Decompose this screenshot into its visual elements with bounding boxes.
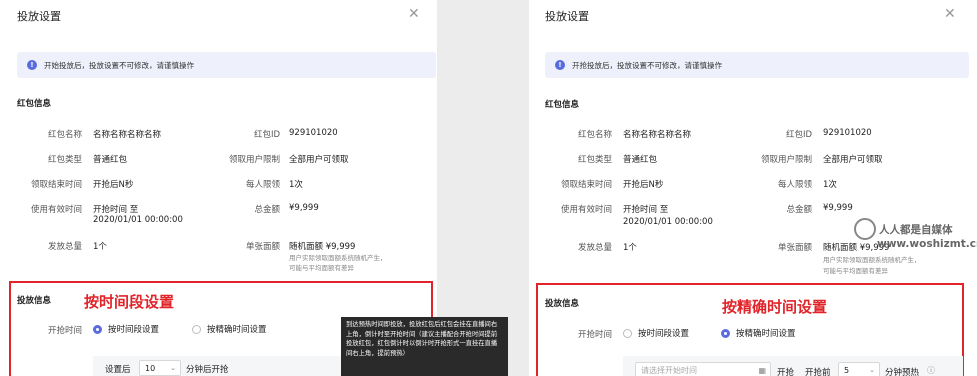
radio-by-exact-time-label: 按精确时间设置 [736, 329, 796, 339]
radio-by-exact-time-label: 按精确时间设置 [207, 325, 267, 335]
label-per-user: 每人限领 [245, 180, 280, 190]
annotation-label: 按时间段设置 [84, 293, 175, 311]
value-valid-time-1: 开抢时间 至 [93, 205, 139, 215]
section-delivery-info: 投放信息 [545, 299, 580, 309]
close-icon[interactable]: ✕ [944, 6, 956, 22]
value-valid-time-2: 2020/01/01 00:00:00 [93, 215, 183, 225]
section-redpacket-info: 红包信息 [545, 100, 580, 110]
label-type: 红包类型 [577, 155, 612, 165]
watermark-logo [854, 218, 876, 240]
value-valid-time-2: 2020/01/01 00:00:00 [623, 217, 713, 227]
calendar-icon: ▦ [758, 365, 766, 375]
preheat-minutes-value: 5 [844, 365, 850, 375]
value-id: 929101020 [823, 128, 872, 138]
value-limit: 全部用户可领取 [823, 155, 883, 165]
label-limit: 领取用户限制 [760, 155, 812, 165]
watermark-line-2: www.woshizmt.cn [877, 238, 977, 250]
annotation-label: 按精确时间设置 [722, 298, 828, 316]
label-count: 发放总量 [577, 243, 612, 253]
label-per-user: 每人限领 [777, 180, 812, 190]
value-type: 普通红包 [93, 155, 128, 165]
label-name: 红包名称 [47, 130, 82, 140]
close-icon[interactable]: ✕ [408, 6, 420, 22]
label-id: 红包ID [785, 130, 812, 140]
note-single-2: 可能与平均面额有差异 [289, 264, 354, 272]
radio-by-exact-time[interactable]: 按精确时间设置 [192, 323, 267, 335]
after-label: 设置后 [105, 365, 131, 375]
chevron-down-icon: ⌄ [170, 364, 176, 372]
value-count: 1个 [93, 242, 107, 252]
radio-by-period-label: 按时间段设置 [638, 329, 690, 339]
label-start-time: 开抢时间 [47, 326, 82, 336]
value-per-user: 1次 [289, 180, 303, 190]
radio-unchecked-icon [623, 328, 632, 338]
screenshot-stage: 投放设置 ✕ ! 开始投放后，投放设置不可修改，请谨慎操作 红包信息 红包名称 … [0, 0, 977, 376]
label-id: 红包ID [253, 130, 280, 140]
panel-title: 投放设置 [545, 10, 589, 23]
chevron-down-icon: ⌄ [869, 366, 875, 374]
value-name: 名称名称名称名称 [623, 130, 692, 140]
start-time-placeholder: 请选择开始时间 [641, 365, 697, 375]
after-suffix: 分钟后开抢 [186, 365, 229, 375]
label-total: 总金额 [786, 205, 812, 215]
label-count: 发放总量 [47, 242, 82, 252]
open-label: 开抢 [777, 368, 795, 376]
value-name: 名称名称名称名称 [93, 130, 162, 140]
minutes-select[interactable]: 10 ⌄ [139, 360, 181, 376]
value-valid-time-1: 开抢时间 至 [623, 205, 669, 215]
preheat-label: 分钟预热 [885, 368, 920, 376]
note-single-1: 用户实际领取面额系统随机产生， [289, 254, 387, 262]
section-redpacket-info: 红包信息 [17, 99, 52, 109]
value-type: 普通红包 [623, 155, 658, 165]
preheat-tooltip: 到达预热时间即投放，投放红包后红包会挂在直播间右上角，倒计时至开抢时间（建议主播… [341, 317, 508, 376]
notice-banner: ! 开抢投放后，投放设置不可修改，请谨慎操作 [545, 52, 969, 78]
panel-title: 投放设置 [17, 10, 61, 23]
label-valid-time: 使用有效时间 [30, 205, 82, 215]
section-delivery-info: 投放信息 [17, 296, 52, 306]
label-name: 红包名称 [577, 130, 612, 140]
label-total: 总金额 [254, 205, 280, 215]
label-end-time: 领取结束时间 [560, 180, 612, 190]
value-limit: 全部用户可领取 [289, 155, 349, 165]
preheat-minutes-select[interactable]: 5 ⌄ [838, 362, 880, 376]
radio-checked-icon [721, 328, 730, 338]
radio-checked-icon [93, 324, 102, 334]
value-end-time: 开抢后N秒 [93, 180, 134, 190]
radio-by-period[interactable]: 按时间段设置 [93, 323, 159, 335]
notice-text: 开始投放后，投放设置不可修改，请谨慎操作 [44, 60, 194, 70]
info-icon: ! [555, 60, 565, 70]
value-id: 929101020 [289, 128, 338, 138]
label-end-time: 领取结束时间 [30, 180, 82, 190]
help-icon[interactable]: ⓘ [927, 365, 935, 376]
value-single: 随机面额 ¥9,999 [289, 242, 356, 252]
radio-unchecked-icon [192, 324, 201, 334]
value-total: ¥9,999 [823, 203, 853, 213]
note-single-2: 可能与平均面额有差异 [823, 267, 888, 275]
radio-by-exact-time[interactable]: 按精确时间设置 [721, 327, 796, 339]
label-single: 单张面额 [777, 243, 812, 253]
minutes-value: 10 [145, 363, 156, 373]
label-limit: 领取用户限制 [228, 155, 280, 165]
note-single-1: 用户实际领取面额系统随机产生， [823, 256, 921, 264]
label-start-time: 开抢时间 [577, 330, 612, 340]
info-icon: ! [27, 60, 37, 70]
start-time-picker[interactable]: 请选择开始时间 ▦ [635, 362, 771, 376]
label-type: 红包类型 [47, 155, 82, 165]
watermark-line-1: 人人都是自媒体 [879, 224, 953, 236]
label-valid-time: 使用有效时间 [560, 205, 612, 215]
value-end-time: 开抢后N秒 [623, 180, 664, 190]
before-label: 开抢前 [805, 368, 831, 376]
delivery-settings-panel-right: 投放设置 ✕ ! 开抢投放后，投放设置不可修改，请谨慎操作 红包信息 红包名称 … [529, 0, 977, 376]
value-count: 1个 [623, 243, 637, 253]
radio-by-period-label: 按时间段设置 [108, 325, 160, 335]
radio-by-period[interactable]: 按时间段设置 [623, 327, 689, 339]
value-total: ¥9,999 [289, 203, 319, 213]
notice-text: 开抢投放后，投放设置不可修改，请谨慎操作 [572, 60, 722, 70]
label-single: 单张面额 [245, 242, 280, 252]
value-per-user: 1次 [823, 180, 837, 190]
notice-banner: ! 开始投放后，投放设置不可修改，请谨慎操作 [17, 52, 436, 78]
